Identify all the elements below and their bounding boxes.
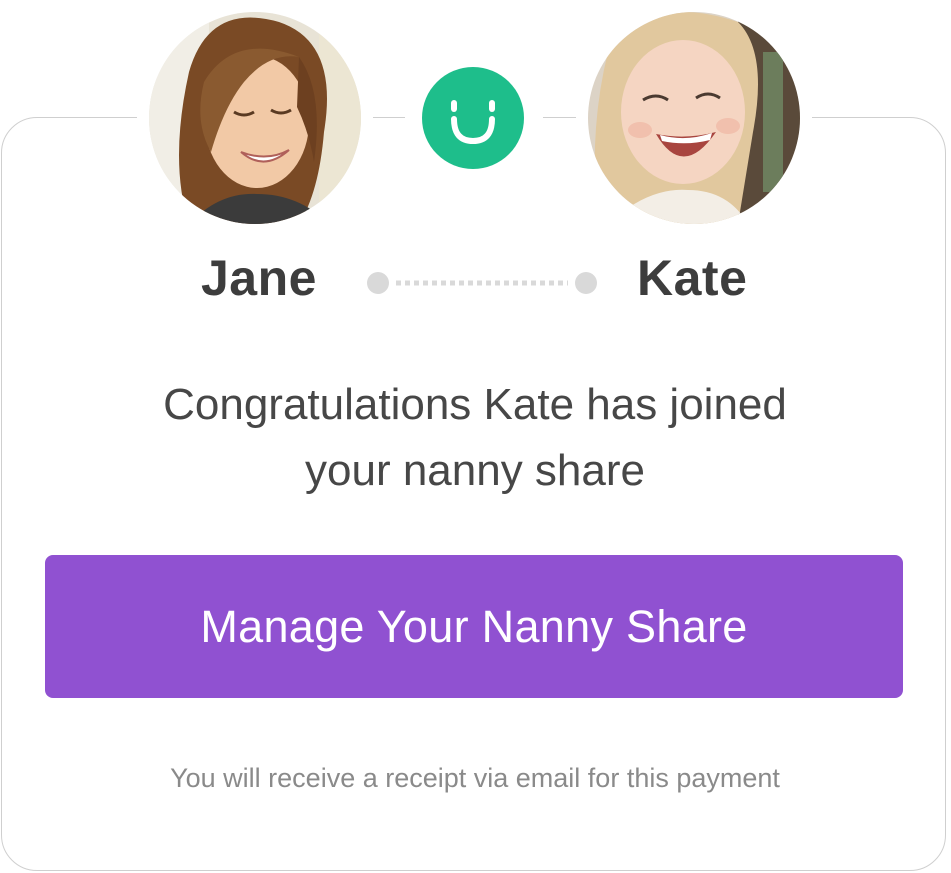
left-participant-name: Jane (201, 250, 317, 306)
message-line-1: Congratulations Kate has joined (163, 380, 787, 429)
jane-avatar (149, 12, 361, 224)
congratulations-message: Congratulations Kate has joined your nan… (60, 372, 890, 504)
nanny-share-confirmation: Jane Kate Congratulations Kate has joine… (0, 0, 951, 873)
kate-avatar (588, 12, 800, 224)
kate-avatar-photo (588, 12, 800, 224)
manage-nanny-share-button[interactable]: Manage Your Nanny Share (45, 555, 903, 698)
receipt-note: You will receive a receipt via email for… (170, 763, 780, 793)
connector (366, 271, 598, 295)
dotted-connector-icon (367, 272, 597, 294)
smile-logo-icon (451, 100, 495, 145)
message-line-2: your nanny share (305, 446, 645, 495)
smile-logo (422, 67, 524, 169)
right-participant-name: Kate (637, 250, 748, 306)
jane-avatar-photo (149, 12, 361, 224)
